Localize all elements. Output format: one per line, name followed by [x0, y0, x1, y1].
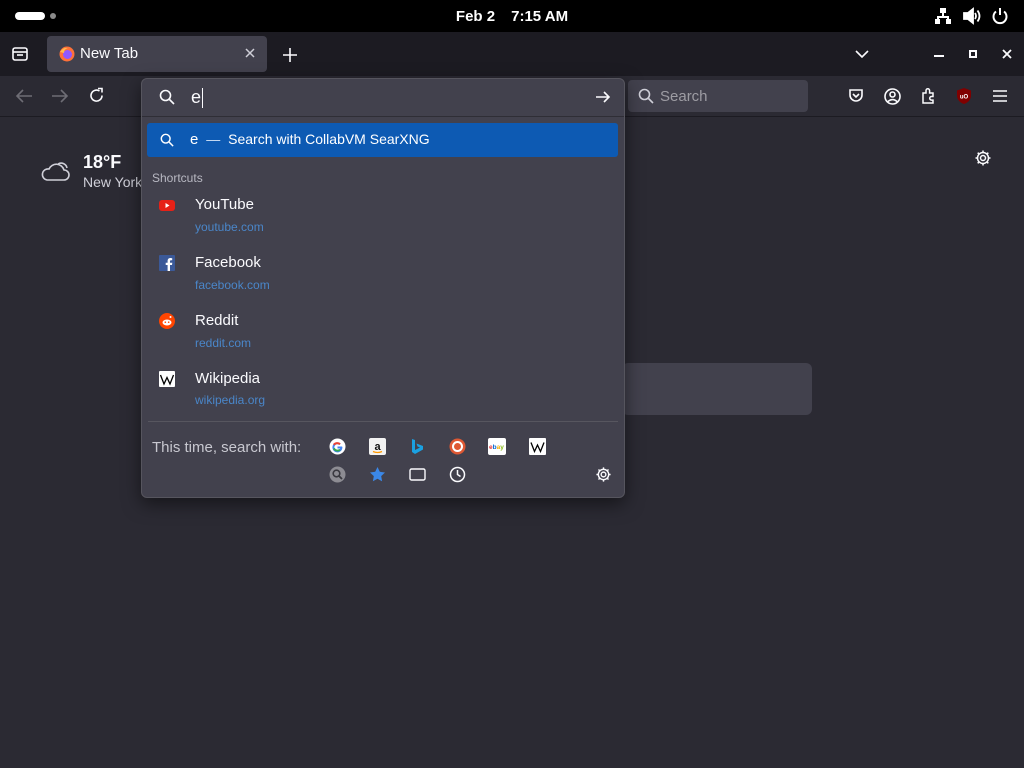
search-settings-gear-icon[interactable]: [595, 466, 612, 483]
bing-icon[interactable]: [410, 438, 425, 455]
youtube-icon: [159, 198, 175, 212]
top-site-tile[interactable]: [622, 363, 812, 415]
urlbar-separator: [142, 116, 624, 117]
tab-overview-icon[interactable]: [11, 45, 29, 63]
minimize-window-icon[interactable]: [934, 54, 944, 58]
shortcuts-heading: Shortcuts: [152, 171, 203, 185]
clock-time: 7:15 AM: [511, 7, 569, 25]
tab-title: New Tab: [80, 45, 139, 62]
reddit-icon: [159, 313, 175, 329]
duckduckgo-icon[interactable]: [449, 438, 466, 455]
suggestion-search-icon: [160, 133, 174, 147]
shortcut-title: Reddit: [195, 312, 239, 329]
shortcut-row-wikipedia[interactable]: Wikipedia wikipedia.org: [147, 365, 618, 417]
clock-date: Feb 2: [455, 7, 496, 25]
suggestion-query: e: [190, 131, 199, 148]
google-icon[interactable]: [329, 438, 346, 455]
urlbar-search-icon: [159, 89, 175, 105]
forward-icon[interactable]: [51, 88, 69, 104]
svg-text:uO: uO: [960, 95, 969, 101]
ebay-icon[interactable]: ebay: [488, 438, 506, 455]
suggestion-separator: —: [206, 131, 221, 147]
maximize-window-icon[interactable]: [969, 50, 977, 58]
menu-icon[interactable]: [992, 89, 1008, 103]
weather-temperature: 18°F: [83, 152, 122, 172]
tab-new-tab[interactable]: New Tab: [47, 36, 267, 72]
shortcut-row-youtube[interactable]: YouTube youtube.com: [147, 191, 618, 243]
search-icon: [638, 88, 654, 104]
back-icon[interactable]: [15, 88, 33, 104]
shortcut-title: Facebook: [195, 254, 261, 271]
footer-separator: [148, 421, 618, 422]
volume-icon[interactable]: [962, 7, 982, 25]
wikipedia-icon: [159, 371, 175, 387]
shortcut-url: youtube.com: [195, 220, 264, 234]
go-arrow-icon[interactable]: [595, 90, 611, 104]
facebook-icon: [159, 255, 175, 271]
reload-icon[interactable]: [88, 87, 105, 104]
account-icon[interactable]: [884, 88, 901, 105]
shortcut-row-facebook[interactable]: Facebook facebook.com: [147, 249, 618, 301]
close-window-icon[interactable]: [1002, 49, 1012, 59]
firefox-icon: [59, 46, 75, 62]
pocket-icon[interactable]: [848, 88, 864, 104]
search-bar[interactable]: Search: [628, 80, 808, 112]
weather-city: New York: [83, 174, 143, 190]
amazon-icon[interactable]: a: [369, 438, 386, 455]
suggestion-text: e — Search with CollabVM SearXNG: [190, 131, 430, 148]
wikipedia-icon[interactable]: [529, 438, 546, 455]
ublock-origin-icon[interactable]: uO: [955, 87, 973, 105]
search-suggestion-row[interactable]: e — Search with CollabVM SearXNG: [147, 123, 618, 157]
list-tabs-icon[interactable]: [855, 49, 869, 59]
bookmarks-icon[interactable]: [369, 466, 386, 483]
urlbar-input[interactable]: e: [191, 87, 201, 108]
tabs-icon[interactable]: [409, 468, 426, 481]
network-icon[interactable]: [934, 7, 952, 25]
shortcut-title: YouTube: [195, 196, 254, 213]
search-placeholder: Search: [660, 88, 708, 105]
clock[interactable]: Feb 2 7:15 AM: [0, 0, 1024, 32]
shortcut-url: reddit.com: [195, 336, 252, 350]
text-caret: [202, 88, 203, 108]
shortcut-url: facebook.com: [195, 278, 270, 292]
one-off-search-label: This time, search with:: [152, 439, 302, 456]
power-icon[interactable]: [991, 7, 1009, 25]
suggestion-action: Search with CollabVM SearXNG: [228, 131, 430, 147]
svg-text:a: a: [374, 441, 381, 453]
shortcut-title: Wikipedia: [195, 370, 261, 387]
shortcut-row-reddit[interactable]: Reddit reddit.com: [147, 307, 618, 359]
personalize-gear-icon[interactable]: [974, 149, 992, 167]
shortcut-url: wikipedia.org: [195, 393, 266, 407]
close-tab-icon[interactable]: [244, 47, 256, 59]
urlbar-dropdown: e e — Search with CollabVM SearXNG Short…: [141, 78, 625, 498]
svg-text:ebay: ebay: [489, 444, 504, 451]
cloudy-icon: [39, 160, 71, 182]
extensions-icon[interactable]: [920, 87, 937, 104]
searxng-icon[interactable]: [329, 466, 346, 483]
history-icon[interactable]: [449, 466, 466, 483]
new-tab-button[interactable]: [282, 47, 298, 63]
